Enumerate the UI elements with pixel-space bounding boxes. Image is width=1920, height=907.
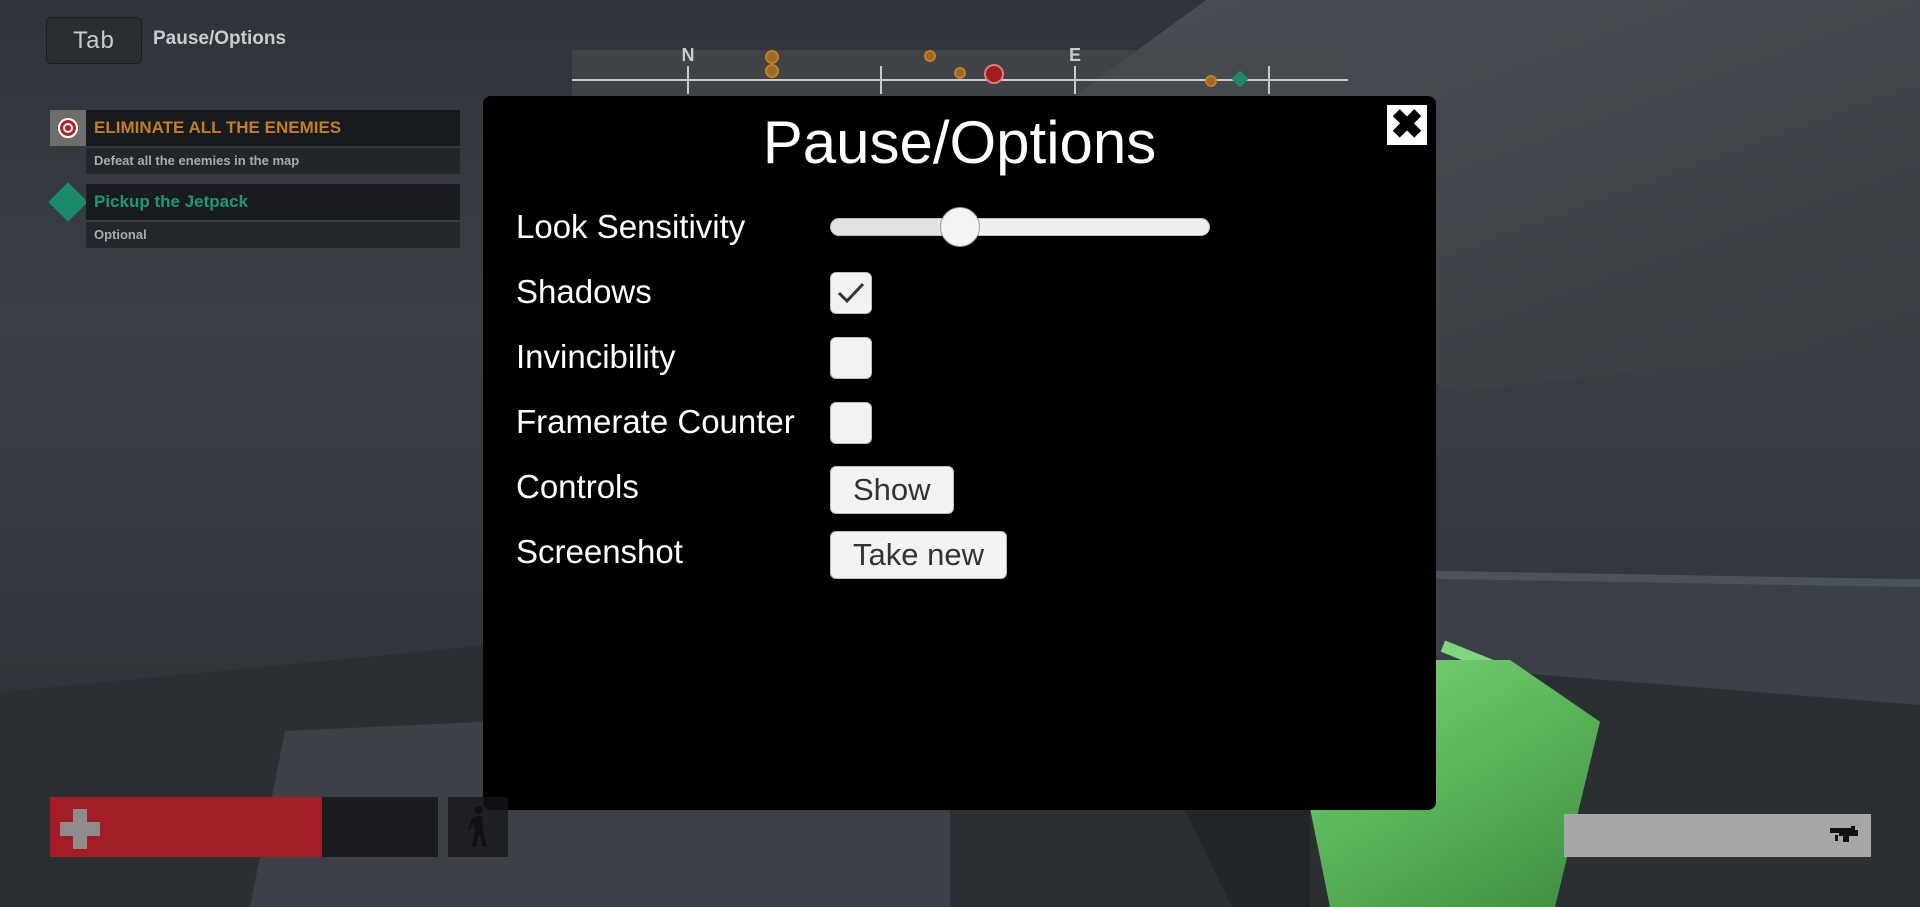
- look-sensitivity-slider[interactable]: [830, 207, 1210, 247]
- invincibility-checkbox[interactable]: [830, 337, 872, 379]
- compass-tick: [1074, 66, 1076, 94]
- blaster-icon: [1830, 826, 1858, 842]
- enemy-marker: [924, 50, 936, 62]
- checkmark-icon: [837, 282, 865, 304]
- pause-options-dialog: Pause/Options ✖ Look Sensitivity Shadows…: [483, 96, 1436, 810]
- objective-eliminate: ELIMINATE ALL THE ENEMIES Defeat all the…: [50, 110, 460, 174]
- health-cross-icon: [60, 809, 100, 849]
- compass-north: N: [681, 45, 695, 65]
- close-icon[interactable]: ✖: [1387, 105, 1427, 145]
- enemy-marker: [1205, 75, 1217, 87]
- slider-thumb[interactable]: [939, 207, 980, 247]
- take-screenshot-button[interactable]: Take new: [830, 531, 1007, 579]
- enemy-marker: [765, 50, 779, 64]
- look-sensitivity-label: Look Sensitivity: [516, 208, 746, 245]
- compass-bar: N E: [572, 45, 1348, 98]
- ammo-fill: [1564, 814, 1871, 857]
- screenshot-label: Screenshot: [516, 533, 683, 570]
- tab-hint-label: Pause/Options: [153, 28, 287, 49]
- jetpack-marker: [1231, 70, 1249, 88]
- objective-jetpack: Pickup the Jetpack Optional: [48, 182, 460, 248]
- objective-title: ELIMINATE ALL THE ENEMIES: [94, 118, 342, 137]
- framerate-counter-checkbox[interactable]: [830, 402, 872, 444]
- invincibility-label: Invincibility: [516, 338, 676, 375]
- compass-tick: [687, 66, 689, 94]
- objective-description: Optional: [94, 227, 147, 242]
- stance-indicator: [448, 797, 508, 857]
- shadows-checkbox[interactable]: [830, 272, 872, 314]
- health-bar: [50, 797, 438, 857]
- show-controls-button[interactable]: Show: [830, 466, 954, 514]
- tab-key-hint: Tab: [46, 17, 142, 64]
- weapon-ammo-bar: [1564, 814, 1871, 857]
- primary-enemy-marker: [984, 64, 1004, 84]
- dialog-title: Pause/Options: [762, 109, 1157, 176]
- controls-label: Controls: [516, 468, 639, 505]
- enemy-marker: [765, 64, 779, 78]
- framerate-counter-label: Framerate Counter: [516, 403, 795, 440]
- compass-tick: [1268, 66, 1270, 94]
- target-icon: [50, 110, 86, 146]
- enemy-marker: [954, 67, 966, 79]
- shadows-label: Shadows: [516, 273, 652, 310]
- walking-person-icon: [468, 806, 487, 847]
- compass-tick: [880, 66, 882, 94]
- objective-title: Pickup the Jetpack: [94, 192, 249, 211]
- objective-description: Defeat all the enemies in the map: [94, 153, 300, 168]
- compass-east: E: [1068, 45, 1082, 65]
- diamond-icon: [48, 182, 88, 222]
